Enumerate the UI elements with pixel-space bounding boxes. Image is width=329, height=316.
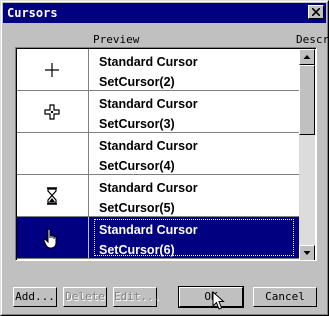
cursors-dialog: Cursors Preview Descr Standard Cursor Se… — [0, 0, 329, 316]
close-button[interactable] — [308, 5, 324, 19]
crosshair-icon — [45, 63, 59, 77]
list-item[interactable]: Standard Cursor SetCursor(4) — [17, 133, 299, 175]
window-title: Cursors — [7, 6, 58, 20]
cursor-name: Standard Cursor — [99, 181, 198, 195]
list-item[interactable]: Standard Cursor SetCursor(2) — [17, 49, 299, 91]
arrow-down-icon — [303, 251, 311, 255]
cursor-list[interactable]: Standard Cursor SetCursor(2) Standard Cu… — [15, 47, 317, 261]
preview-cell — [17, 217, 89, 258]
cancel-button[interactable]: Cancel — [253, 287, 317, 307]
cursor-id: SetCursor(2) — [99, 75, 175, 89]
delete-button[interactable]: Delete — [63, 287, 107, 307]
cursor-id: SetCursor(4) — [99, 159, 175, 173]
edit-button[interactable]: Edit... — [113, 287, 160, 307]
cursor-name: Standard Cursor — [99, 97, 198, 111]
scroll-thumb[interactable] — [299, 65, 315, 135]
column-header-preview: Preview — [93, 33, 140, 46]
mouse-pointer-icon — [212, 291, 225, 310]
focus-rectangle — [94, 219, 294, 256]
list-item-selected[interactable]: Standard Cursor SetCursor(6) — [17, 217, 299, 259]
move-cross-icon — [44, 104, 60, 120]
hand-pointer-icon — [43, 228, 57, 249]
arrow-up-icon — [303, 55, 311, 59]
cursor-id: SetCursor(3) — [99, 117, 175, 131]
close-icon — [312, 8, 320, 16]
add-button[interactable]: Add... — [13, 287, 57, 307]
scroll-down-button[interactable] — [299, 245, 315, 260]
title-bar[interactable]: Cursors — [3, 3, 326, 23]
cursor-name: Standard Cursor — [99, 139, 198, 153]
vertical-scrollbar[interactable] — [299, 49, 315, 260]
preview-cell — [17, 175, 89, 216]
preview-cell — [17, 49, 89, 90]
preview-cell — [17, 91, 89, 132]
column-header-description: Descr — [296, 33, 329, 46]
cursor-id: SetCursor(5) — [99, 201, 175, 215]
preview-cell — [17, 133, 89, 174]
list-item[interactable]: Standard Cursor SetCursor(5) — [17, 175, 299, 217]
scroll-up-button[interactable] — [299, 49, 315, 65]
ok-button[interactable]: OK — [178, 286, 244, 308]
cursor-name: Standard Cursor — [99, 55, 198, 69]
hourglass-icon — [47, 187, 57, 205]
list-item[interactable]: Standard Cursor SetCursor(3) — [17, 91, 299, 133]
